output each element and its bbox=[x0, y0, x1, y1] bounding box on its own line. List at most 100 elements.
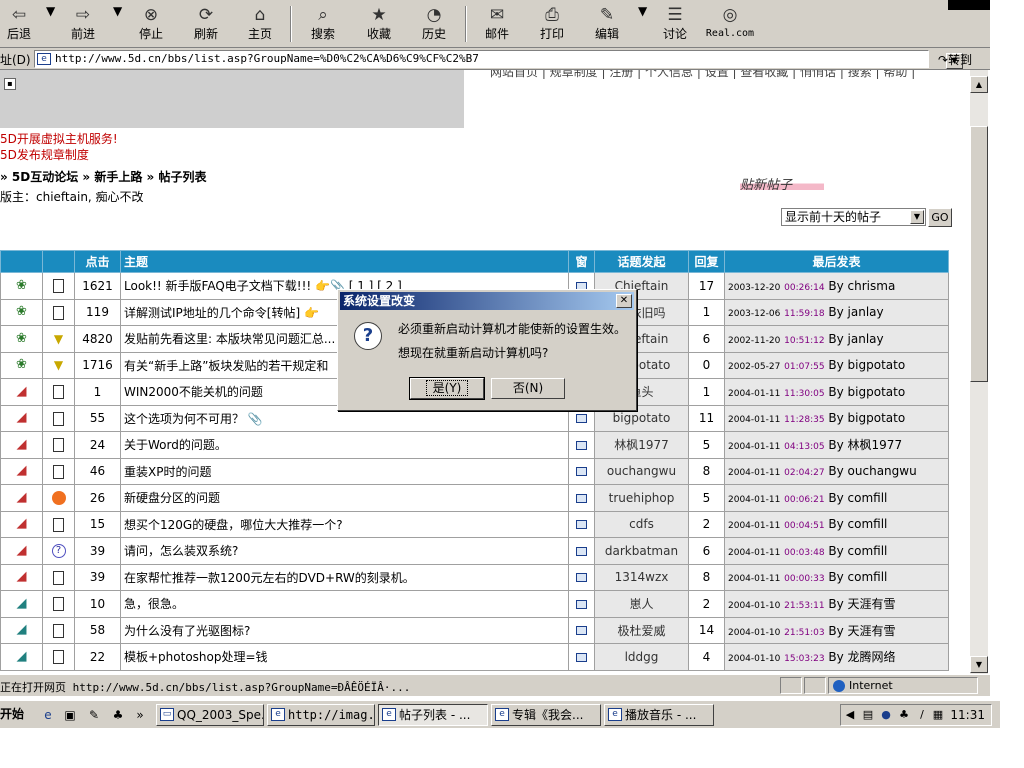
favorites-button[interactable]: ★ 收藏 bbox=[362, 4, 396, 46]
topic-subject[interactable]: 急，很急。 bbox=[120, 590, 569, 618]
task-browser-active[interactable]: e 帖子列表 - ... bbox=[378, 704, 488, 726]
ie-icon: e bbox=[495, 708, 509, 721]
no-button[interactable]: 否(N) bbox=[491, 378, 565, 399]
topic-subject[interactable]: 关于Word的问题。 bbox=[120, 431, 569, 459]
breadcrumb[interactable]: » 5D互动论坛 » 新手上路 » 帖子列表 bbox=[0, 168, 206, 185]
history-button[interactable]: ◔ 历史 bbox=[417, 4, 451, 46]
hot-topic-icon: ❀ bbox=[16, 330, 27, 346]
home-button[interactable]: ⌂ 主页 bbox=[243, 4, 277, 46]
start-button[interactable]: 开始 bbox=[0, 703, 24, 725]
task-music[interactable]: e 播放音乐 - ... bbox=[604, 704, 714, 726]
pen-icon[interactable]: / bbox=[915, 708, 929, 722]
scrollbar-thumb[interactable] bbox=[970, 126, 988, 382]
new-post-button[interactable]: 贴新帖子 bbox=[740, 174, 824, 193]
topic-author[interactable]: 极杜爱威 bbox=[594, 616, 689, 644]
go-button[interactable]: ↷转到 bbox=[938, 51, 972, 68]
table-row[interactable]: ◢ 22 模板+photoshop处理=钱 lddgg 4 2004-01-10 15:0… bbox=[0, 643, 949, 671]
new-window-icon[interactable] bbox=[576, 573, 587, 583]
toolbar-separator bbox=[465, 6, 467, 42]
real-button[interactable]: ◎ Real.com bbox=[702, 4, 758, 46]
mail-button[interactable]: ✉ 邮件 bbox=[480, 4, 514, 46]
document-icon bbox=[53, 305, 64, 320]
edit-button[interactable]: ✎ 编辑 bbox=[590, 4, 624, 46]
table-row[interactable]: ◢ 15 想买个120G的硬盘，哪位大大推荐一个? cdfs 2 2004-01-11 0… bbox=[0, 510, 949, 538]
header-replies: 回复 bbox=[688, 250, 725, 273]
notice-link-1[interactable]: 5D开展虚拟主机服务! bbox=[0, 130, 118, 147]
topic-subject[interactable]: 想买个120G的硬盘，哪位大大推荐一个? bbox=[120, 510, 569, 538]
topic-author[interactable]: 1314wzx bbox=[594, 563, 689, 591]
scroll-up-icon[interactable]: ▲ bbox=[970, 76, 988, 93]
topic-subject[interactable]: 模板+photoshop处理=钱 bbox=[120, 643, 569, 671]
toolbar-separator bbox=[290, 6, 292, 42]
new-window-icon[interactable] bbox=[576, 414, 587, 424]
topic-author[interactable]: 崽人 bbox=[594, 590, 689, 618]
notepad-icon[interactable]: ✎ bbox=[86, 707, 102, 723]
new-window-icon[interactable] bbox=[576, 467, 587, 477]
task-browser-1[interactable]: ehttp://imag... bbox=[267, 704, 375, 726]
search-button[interactable]: ⌕ 搜索 bbox=[306, 4, 340, 46]
topic-icon: ◢ bbox=[16, 648, 27, 664]
forward-dropdown-icon[interactable]: ▼ bbox=[113, 4, 122, 46]
topic-subject[interactable]: 为什么没有了光驱图标? bbox=[120, 616, 569, 644]
topic-author[interactable]: 林枫1977 bbox=[594, 431, 689, 459]
table-row[interactable]: ◢? 39 请问，怎么装双系统? darkbatman 6 2004-01-11 00:0… bbox=[0, 537, 949, 565]
status-text: 正在打开网页 http://www.5d.cn/bbs/list.asp?Gro… bbox=[0, 681, 411, 694]
topic-icon: ◢ bbox=[16, 595, 27, 611]
back-dropdown-icon[interactable]: ▼ bbox=[46, 4, 55, 46]
back-button[interactable]: ⇦ 后退 bbox=[2, 4, 36, 46]
more-icon[interactable]: » bbox=[132, 707, 148, 723]
topic-author[interactable]: cdfs bbox=[594, 510, 689, 538]
forward-button[interactable]: ⇨ 前进 bbox=[66, 4, 100, 46]
task-browser-3[interactable]: e 专辑《我会... bbox=[491, 704, 601, 726]
printer-icon: ⎙ bbox=[545, 5, 559, 25]
notice-link-2[interactable]: 5D发布规章制度 bbox=[0, 146, 89, 163]
filter-select[interactable]: 显示前十天的帖子 ▼ bbox=[781, 208, 926, 226]
refresh-button[interactable]: ⟳ 刷新 bbox=[189, 4, 223, 46]
vertical-scrollbar[interactable]: ▲ ▼ bbox=[970, 70, 988, 674]
new-window-icon[interactable] bbox=[576, 652, 587, 662]
new-window-icon[interactable] bbox=[576, 440, 587, 450]
new-window-icon[interactable] bbox=[576, 493, 587, 503]
table-row[interactable]: ◢ 46 重装XP时的问题 ouchangwu 8 2004-01-11 02:04:27… bbox=[0, 457, 949, 485]
ie-icon[interactable]: e bbox=[40, 707, 56, 723]
chevron-down-icon[interactable]: ▼ bbox=[910, 210, 924, 224]
network-icon[interactable]: ▤ bbox=[861, 708, 875, 722]
edit-dropdown-icon[interactable]: ▼ bbox=[638, 4, 647, 46]
folder-icon: ▭ bbox=[160, 708, 174, 721]
topic-author[interactable]: darkbatman bbox=[594, 537, 689, 565]
scroll-down-icon[interactable]: ▼ bbox=[970, 656, 988, 673]
new-window-icon[interactable] bbox=[576, 626, 587, 636]
close-icon[interactable]: ✕ bbox=[616, 294, 632, 308]
filter-go-button[interactable]: GO bbox=[928, 208, 952, 227]
messenger-icon[interactable]: ● bbox=[879, 708, 893, 722]
table-row[interactable]: ◢ 58 为什么没有了光驱图标? 极杜爱威 14 2004-01-10 21:51:03 … bbox=[0, 616, 949, 644]
topic-subject[interactable]: 新硬盘分区的问题 bbox=[120, 484, 569, 512]
table-row[interactable]: ◢ 39 在家帮忙推荐一款1200元左右的DVD+RW的刻录机。 1314wzx 8 20… bbox=[0, 563, 949, 591]
qq-icon[interactable]: ♣ bbox=[110, 707, 126, 723]
qq-tray-icon[interactable]: ♣ bbox=[897, 708, 911, 722]
topic-author[interactable]: lddgg bbox=[594, 643, 689, 671]
document-icon bbox=[53, 385, 64, 399]
address-input[interactable]: e http://www.5d.cn/bbs/list.asp?GroupNam… bbox=[34, 50, 963, 69]
topic-subject[interactable]: 请问，怎么装双系统? bbox=[120, 537, 569, 565]
task-qq[interactable]: ▭ QQ_2003_Spe... bbox=[156, 704, 264, 726]
yes-button[interactable]: 是(Y) bbox=[409, 377, 485, 400]
volume-icon[interactable]: ◀ bbox=[843, 708, 857, 722]
new-window-icon[interactable] bbox=[576, 599, 587, 609]
topic-author[interactable]: ouchangwu bbox=[594, 457, 689, 485]
views: 10 bbox=[74, 590, 121, 618]
topic-author[interactable]: truehiphop bbox=[594, 484, 689, 512]
table-row[interactable]: ◢ 26 新硬盘分区的问题 truehiphop 5 2004-01-11 00:06:2… bbox=[0, 484, 949, 512]
new-window-icon[interactable] bbox=[576, 520, 587, 530]
topic-subject[interactable]: 重装XP时的问题 bbox=[120, 457, 569, 485]
tray-app-icon[interactable]: ▦ bbox=[931, 708, 945, 722]
table-row[interactable]: ◢ 24 关于Word的问题。 林枫1977 5 2004-01-11 04:13:05 … bbox=[0, 431, 949, 459]
desktop-icon[interactable]: ▣ bbox=[62, 707, 78, 723]
new-window-icon[interactable] bbox=[576, 546, 587, 556]
discuss-button[interactable]: ☰ 讨论 bbox=[658, 4, 692, 46]
topic-subject[interactable]: 在家帮忙推荐一款1200元左右的DVD+RW的刻录机。 bbox=[120, 563, 569, 591]
top-nav[interactable]: 网站首页 | 规章制度 | 注册 | 个人信息 | 设置 | 查看收藏 | 悄悄… bbox=[490, 70, 915, 80]
print-button[interactable]: ⎙ 打印 bbox=[535, 4, 569, 46]
table-row[interactable]: ◢ 10 急，很急。 崽人 2 2004-01-10 21:53:11 By 天涯有雪 bbox=[0, 590, 949, 618]
stop-button[interactable]: ⊗ 停止 bbox=[134, 4, 168, 46]
